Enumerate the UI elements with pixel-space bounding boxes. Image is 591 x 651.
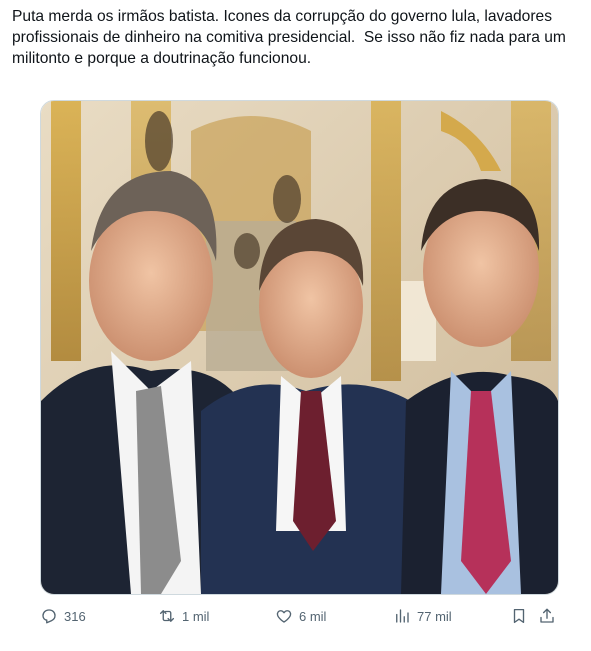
tweet-text: Puta merda os irmãos batista. Icones da … — [12, 8, 571, 67]
views-button[interactable]: 77 mil — [393, 601, 452, 631]
bookmark-button[interactable] — [510, 601, 528, 631]
bookmark-icon — [513, 608, 525, 624]
tweet-photo[interactable] — [40, 100, 559, 595]
reply-count: 316 — [64, 608, 86, 624]
reply-button[interactable]: 316 — [40, 601, 86, 631]
like-count: 6 mil — [299, 608, 327, 624]
share-button[interactable] — [538, 601, 556, 631]
reply-icon — [42, 609, 56, 624]
heart-icon — [276, 610, 292, 623]
share-icon — [540, 608, 554, 623]
photo-illustration — [41, 101, 558, 594]
views-count: 77 mil — [417, 608, 452, 624]
retweet-count: 1 mil — [182, 608, 210, 624]
views-icon — [396, 609, 409, 623]
retweet-button[interactable]: 1 mil — [158, 601, 209, 631]
retweet-icon — [159, 610, 175, 622]
tweet-action-bar: 316 1 mil 6 mil 77 mil — [40, 601, 560, 631]
like-button[interactable]: 6 mil — [275, 601, 326, 631]
